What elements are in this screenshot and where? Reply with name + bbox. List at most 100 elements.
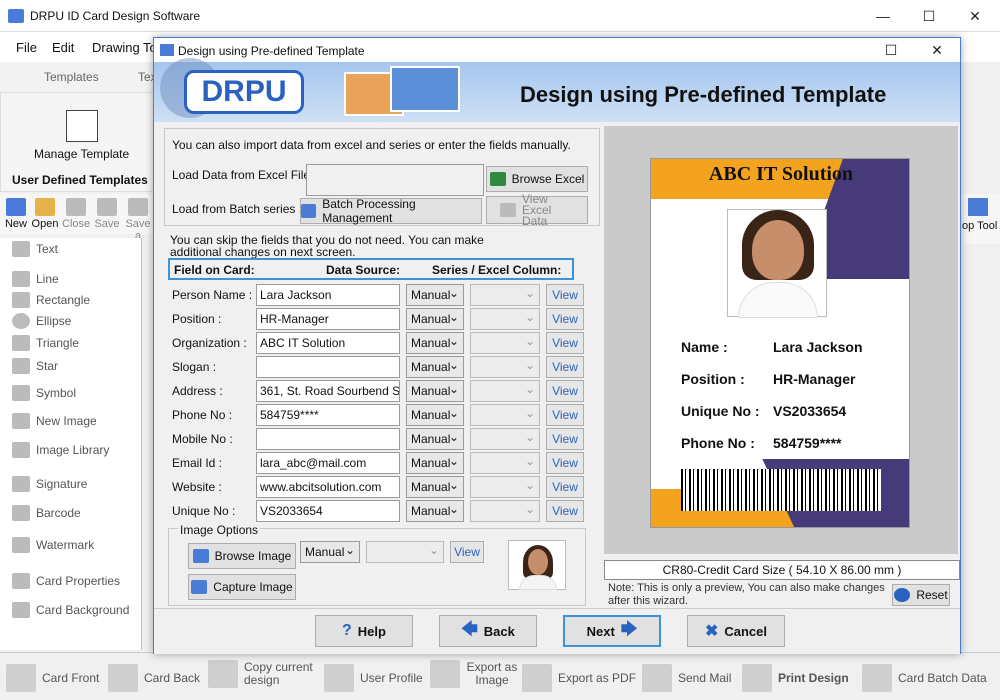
pdf-icon [522, 664, 552, 692]
help-button[interactable]: ? Help [315, 615, 413, 647]
view-button[interactable]: View [546, 332, 584, 354]
export-pdf-button[interactable]: Export as PDF [522, 664, 636, 692]
source-select[interactable]: Manual [406, 500, 464, 522]
card-properties-icon [12, 573, 30, 589]
save-button[interactable]: Save [93, 198, 121, 230]
tool-symbol[interactable]: Symbol [12, 383, 76, 403]
source-select[interactable]: Manual [406, 452, 464, 474]
field-input[interactable]: lara_abc@mail.com [256, 452, 400, 474]
field-input[interactable]: VS2033654 [256, 500, 400, 522]
series-select[interactable] [470, 428, 540, 450]
tool-text[interactable]: Text [12, 239, 58, 259]
view-excel-icon [500, 203, 516, 217]
dialog-close-icon[interactable]: ✕ [914, 38, 960, 62]
maximize-icon[interactable]: ☐ [906, 0, 952, 32]
tool-card-properties[interactable]: Card Properties [12, 571, 120, 591]
next-button[interactable]: Next 🡆 [563, 615, 661, 647]
tab-templates[interactable]: Templates [44, 70, 99, 84]
series-select[interactable] [470, 332, 540, 354]
new-button[interactable]: New [2, 198, 30, 230]
series-select[interactable] [470, 404, 540, 426]
source-select[interactable]: Manual [406, 428, 464, 450]
field-input[interactable]: ABC IT Solution [256, 332, 400, 354]
menu-edit[interactable]: Edit [52, 40, 74, 55]
image-source-select[interactable]: Manual [300, 541, 360, 563]
print-design-button[interactable]: Print Design [742, 664, 849, 692]
menu-file[interactable]: File [16, 40, 37, 55]
view-button[interactable]: View [546, 476, 584, 498]
source-select[interactable]: Manual [406, 380, 464, 402]
view-button[interactable]: View [546, 500, 584, 522]
back-button[interactable]: 🡄 Back [439, 615, 537, 647]
tool-card-background[interactable]: Card Background [12, 600, 129, 620]
view-button[interactable]: View [546, 452, 584, 474]
view-button[interactable]: View [546, 380, 584, 402]
series-select[interactable] [470, 356, 540, 378]
tool-triangle[interactable]: Triangle [12, 333, 79, 353]
source-select[interactable]: Manual [406, 404, 464, 426]
field-input[interactable] [256, 356, 400, 378]
open-button[interactable]: Open [31, 198, 59, 230]
source-select[interactable]: Manual [406, 356, 464, 378]
minimize-icon[interactable]: — [860, 0, 906, 32]
tool-rectangle[interactable]: Rectangle [12, 290, 90, 310]
tool-image-library[interactable]: Image Library [12, 440, 109, 460]
source-select[interactable]: Manual [406, 332, 464, 354]
field-input[interactable]: Lara Jackson [256, 284, 400, 306]
capture-image-button[interactable]: Capture Image [188, 574, 296, 600]
view-excel-data-button[interactable]: View Excel Data [486, 193, 588, 227]
tool-watermark[interactable]: Watermark [12, 535, 94, 555]
close-icon[interactable]: ✕ [952, 0, 998, 32]
excel-file-input[interactable] [306, 164, 484, 196]
field-input[interactable]: HR-Manager [256, 308, 400, 330]
tool-star[interactable]: Star [12, 356, 58, 376]
image-view-button[interactable]: View [450, 541, 484, 563]
view-button[interactable]: View [546, 404, 584, 426]
dialog-maximize-icon[interactable]: ☐ [868, 38, 914, 62]
batch-icon [301, 204, 317, 218]
source-select[interactable]: Manual [406, 476, 464, 498]
menu-drawing-tools[interactable]: Drawing To [92, 40, 157, 55]
field-input[interactable] [256, 428, 400, 450]
manage-template-button[interactable]: Manage Template [34, 147, 129, 161]
send-mail-button[interactable]: Send Mail [642, 664, 731, 692]
series-select[interactable] [470, 500, 540, 522]
tool-ellipse[interactable]: Ellipse [12, 311, 71, 331]
series-select[interactable] [470, 308, 540, 330]
view-button[interactable]: View [546, 356, 584, 378]
close-button[interactable]: Close [62, 198, 90, 230]
browse-excel-button[interactable]: Browse Excel [486, 166, 588, 192]
save-as-button[interactable]: Save a [124, 198, 152, 242]
copy-design-button[interactable]: Copy current design [208, 660, 316, 688]
browse-image-button[interactable]: Browse Image [188, 543, 296, 569]
source-select[interactable]: Manual [406, 284, 464, 306]
tool-new-image[interactable]: New Image [12, 411, 97, 431]
batch-processing-button[interactable]: Batch Processing Management [300, 197, 482, 225]
series-select[interactable] [470, 380, 540, 402]
tool-barcode[interactable]: Barcode [12, 503, 81, 523]
field-input[interactable]: 361, St. Road Sourbend Salt [256, 380, 400, 402]
card-back-button[interactable]: Card Back [108, 664, 200, 692]
tool-signature[interactable]: Signature [12, 474, 87, 494]
field-input[interactable]: www.abcitsolution.com [256, 476, 400, 498]
crop-tool-button[interactable]: op Tool [962, 194, 1000, 244]
series-select[interactable] [470, 476, 540, 498]
reset-button[interactable]: Reset [892, 584, 950, 606]
field-input[interactable]: 584759**** [256, 404, 400, 426]
card-batch-data-button[interactable]: Card Batch Data [862, 664, 987, 692]
user-profile-button[interactable]: User Profile [324, 664, 423, 692]
view-button[interactable]: View [546, 284, 584, 306]
series-select[interactable] [470, 284, 540, 306]
source-select[interactable]: Manual [406, 308, 464, 330]
view-button[interactable]: View [546, 428, 584, 450]
col-series: Series / Excel Column: [432, 263, 562, 277]
cancel-button[interactable]: ✖ Cancel [687, 615, 785, 647]
manage-template-icon[interactable] [66, 110, 98, 142]
image-options-label: Image Options [178, 523, 261, 537]
series-select[interactable] [470, 452, 540, 474]
export-image-button[interactable]: Export as Image [430, 660, 518, 688]
tool-line[interactable]: Line [12, 269, 59, 289]
card-front-button[interactable]: Card Front [6, 664, 99, 692]
image-series-select[interactable] [366, 541, 444, 563]
view-button[interactable]: View [546, 308, 584, 330]
